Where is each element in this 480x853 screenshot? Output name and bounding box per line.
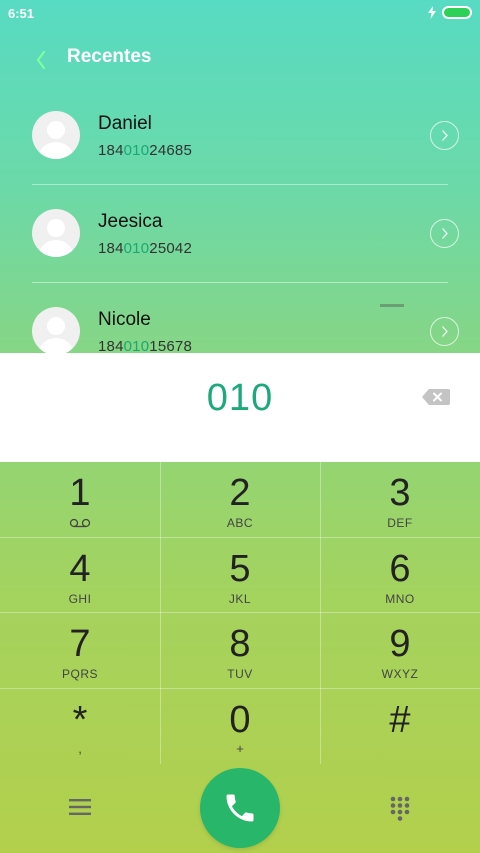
status-icons [428,6,472,19]
key-digit: 0 [229,698,251,741]
chevron-right-icon [442,228,448,239]
number-suffix: 15678 [149,338,192,353]
battery-icon [442,6,472,19]
number-prefix: 184 [98,142,124,159]
key-letters: ABC [226,516,254,530]
number-suffix: 24685 [149,142,192,159]
chevron-right-icon [442,326,448,337]
dialpad-grid-icon [390,796,410,821]
key-letters: WXYZ [381,667,419,681]
contact-row[interactable]: Jeesica 18401025042 [0,209,480,307]
call-button[interactable] [200,768,280,848]
key-digit: 7 [69,623,91,665]
key-star[interactable]: * , [0,689,160,765]
status-bar: 6:51 [0,0,480,28]
key-7[interactable]: 7 PQRS [0,613,160,689]
key-letters: DEF [387,516,413,530]
bottom-bar [0,764,480,853]
contact-detail-button[interactable] [430,121,459,150]
key-8[interactable]: 8 TUV [160,613,320,689]
contact-name: Daniel [98,113,152,134]
dialed-number: 010 [206,377,274,419]
key-letters: GHI [68,591,92,606]
contact-number: 18401024685 [98,142,192,159]
keypad: 1 2 ABC 3 DEF 4 GHI 5 JKL 6 MNO 7 PQRS 8… [0,462,480,764]
chevron-left-icon [36,50,46,70]
key-digit: * [72,698,88,741]
back-button[interactable] [30,44,54,72]
key-0[interactable]: 0 + [160,689,320,765]
number-prefix: 184 [98,240,124,257]
contact-number: 18401025042 [98,240,192,257]
person-icon [38,219,74,257]
key-digit: 3 [389,472,411,514]
keypad-handle [380,304,404,307]
key-letters: MNO [385,591,415,606]
dialpad-toggle-button[interactable] [389,796,411,822]
avatar [32,307,80,353]
page-title: Recentes [67,46,152,67]
header: Recentes [0,40,480,76]
number-match: 010 [123,338,150,353]
key-2[interactable]: 2 ABC [160,462,320,538]
key-digit: 8 [229,623,251,665]
key-9[interactable]: 9 WXYZ [320,613,480,689]
key-digit: 5 [229,547,251,590]
dial-display: 010 [0,353,480,462]
divider [32,184,448,185]
key-4[interactable]: 4 GHI [0,538,160,614]
menu-icon [69,799,91,815]
key-1[interactable]: 1 [0,462,160,538]
contact-row[interactable]: Nicole 18401015678 [0,307,480,353]
avatar [32,209,80,257]
key-3[interactable]: 3 DEF [320,462,480,538]
number-match: 010 [123,142,150,159]
key-digit: 4 [69,547,91,590]
key-letters: , [78,740,82,756]
phone-icon [226,794,254,822]
menu-button[interactable] [69,797,91,817]
contact-detail-button[interactable] [430,219,459,248]
contact-number: 18401015678 [98,338,192,353]
divider [32,282,448,283]
key-letters: TUV [227,667,253,681]
key-letters: JKL [228,591,252,606]
person-icon [38,121,74,159]
key-digit: # [389,698,411,741]
key-digit: 2 [229,472,251,514]
contact-name: Jeesica [98,211,163,232]
backspace-button[interactable] [420,386,452,408]
key-letters: + [236,740,244,756]
key-6[interactable]: 6 MNO [320,538,480,614]
number-match: 010 [123,240,150,257]
key-digit: 9 [389,623,411,665]
battery-level [444,8,470,17]
key-pound[interactable]: # [320,689,480,765]
key-digit: 6 [389,547,411,590]
key-letters: PQRS [61,667,98,681]
contact-name: Nicole [98,309,151,330]
chevron-right-icon [442,130,448,141]
number-prefix: 184 [98,338,124,353]
key-digit: 1 [69,472,91,514]
key-5[interactable]: 5 JKL [160,538,320,614]
number-suffix: 25042 [149,240,192,257]
charging-icon [428,6,436,19]
contact-row[interactable]: Daniel 18401024685 [0,111,480,209]
backspace-icon [422,389,450,405]
contact-detail-button[interactable] [430,317,459,346]
avatar [32,111,80,159]
status-time: 6:51 [8,6,35,21]
voicemail-icon [69,518,91,528]
person-icon [38,317,74,353]
